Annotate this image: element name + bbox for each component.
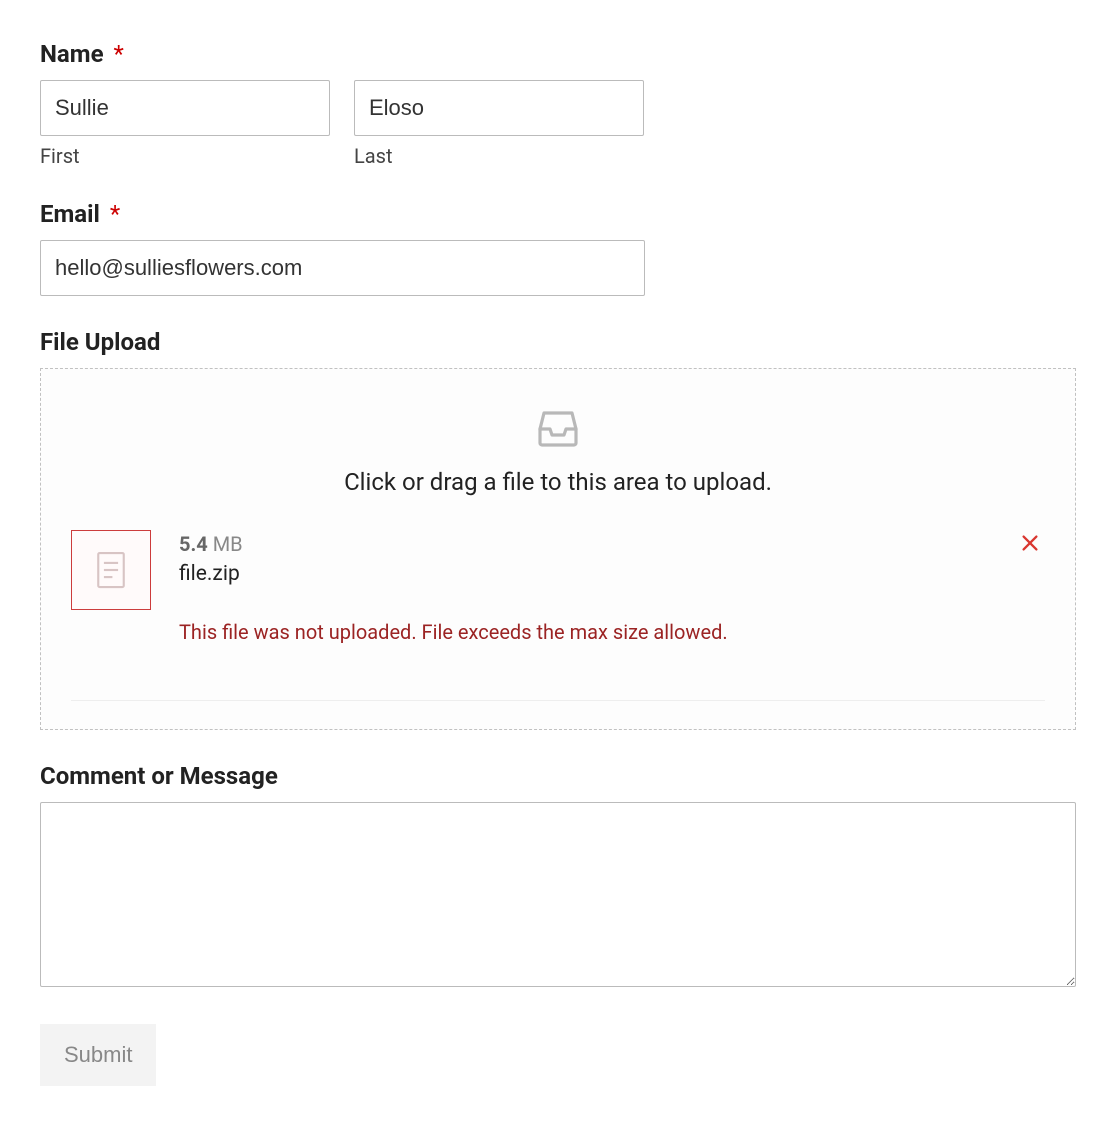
last-name-input[interactable] <box>354 80 644 136</box>
file-thumbnail <box>71 530 151 610</box>
dropzone-header: Click or drag a file to this area to upl… <box>71 405 1045 520</box>
comment-textarea[interactable] <box>40 802 1076 987</box>
name-label: Name * <box>40 40 1076 68</box>
email-field: Email * <box>40 200 1076 296</box>
submit-button[interactable]: Submit <box>40 1024 156 1086</box>
file-size: 5.4 MB <box>179 532 1045 556</box>
file-error-message: This file was not uploaded. File exceeds… <box>179 620 1045 644</box>
remove-file-button[interactable] <box>1019 532 1041 559</box>
required-asterisk: * <box>110 200 120 228</box>
email-input[interactable] <box>40 240 645 296</box>
file-meta: 5.4 MB file.zip This file was not upload… <box>179 530 1045 644</box>
file-upload-field: File Upload Click or drag a file to this… <box>40 328 1076 730</box>
file-upload-label: File Upload <box>40 328 1076 356</box>
file-name: file.zip <box>179 562 1045 586</box>
uploaded-file-item: 5.4 MB file.zip This file was not upload… <box>71 520 1045 674</box>
comment-label: Comment or Message <box>40 762 1076 790</box>
file-size-number: 5.4 <box>179 532 208 556</box>
email-label-text: Email <box>40 200 100 228</box>
first-name-sublabel: First <box>40 144 330 168</box>
email-label: Email * <box>40 200 1076 228</box>
last-name-sublabel: Last <box>354 144 644 168</box>
comment-field: Comment or Message <box>40 762 1076 992</box>
inbox-icon <box>534 405 582 458</box>
file-dropzone[interactable]: Click or drag a file to this area to upl… <box>40 368 1076 730</box>
first-name-input[interactable] <box>40 80 330 136</box>
name-label-text: Name <box>40 40 104 68</box>
dropzone-instruction: Click or drag a file to this area to upl… <box>344 468 772 496</box>
file-size-unit: MB <box>213 532 243 556</box>
required-asterisk: * <box>114 40 124 68</box>
name-field: Name * First Last <box>40 40 1076 168</box>
